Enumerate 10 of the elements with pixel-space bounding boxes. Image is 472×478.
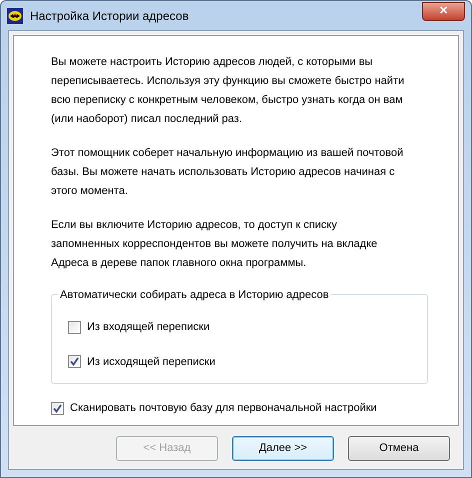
window-title: Настройка Истории адресов [30, 8, 189, 24]
checkbox-label: Сканировать почтовую базу для первоначальной настройки [70, 401, 377, 416]
description-paragraph: Если вы включите Историю адресов, то доступ к списку запомненных корреспондентов вы можете получить на вкладке Адреса в дереве папок главного окна программы. [51, 218, 378, 271]
wizard-button[interactable]: Далее >> [232, 436, 334, 461]
checkbox-label: Из исходящей переписки [87, 354, 216, 370]
description-paragraph: Вы можете настроить Историю адресов людей, с которыми вы переписываетесь. Используя эту функцию вы сможете быстро найти всю переписку с конкретным человеком, быстро узнать когда он вам (или наоборот) писал последний раз. [51, 55, 406, 127]
checkbox-label: Из входящей переписки [87, 320, 210, 335]
group-title: Автоматически собирать адреса в Историю адресов [58, 287, 331, 304]
wizard-button[interactable]: Отмена [348, 436, 450, 461]
description-paragraph: Этот помощник соберет начальную информацию из вашей почтовой базы. Вы можете начать использовать Историю адресов начиная с этого момента. [51, 146, 404, 199]
